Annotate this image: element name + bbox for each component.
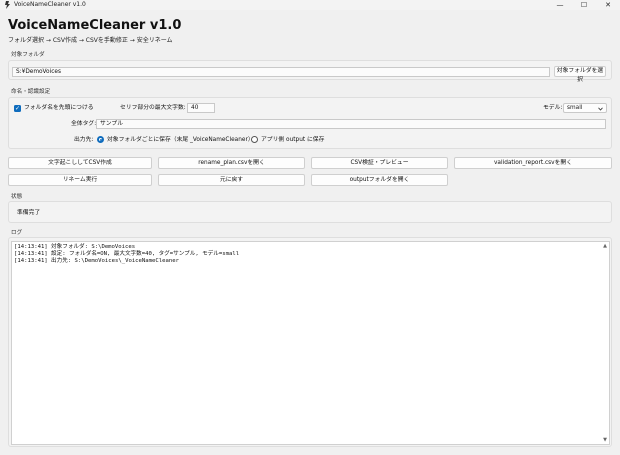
- scroll-up-icon[interactable]: ▲: [601, 243, 609, 249]
- window-title: VoiceNameCleaner v1.0: [14, 1, 86, 8]
- model-select[interactable]: small: [563, 103, 607, 113]
- scroll-down-icon[interactable]: ▼: [601, 437, 609, 443]
- max-chars-input[interactable]: 40: [187, 103, 215, 113]
- output-app-radio[interactable]: [251, 136, 258, 143]
- log-line: [14:13:41] 設定: フォルダ名=ON, 最大文字数=40, タグ=サン…: [14, 251, 240, 257]
- tag-input[interactable]: サンプル: [96, 119, 606, 129]
- output-app-option-label: アプリ側 output に保存: [261, 137, 325, 143]
- output-label: 出力先:: [74, 137, 94, 143]
- target-folder-section-label: 対象フォルダ: [11, 52, 45, 58]
- model-label: モデル:: [543, 105, 563, 111]
- output-folder-radio[interactable]: [97, 136, 104, 143]
- close-button[interactable]: ✕: [596, 0, 620, 10]
- log-scrollbar[interactable]: ▲ ▼: [601, 243, 609, 443]
- validate-csv-button[interactable]: CSV検証・プレビュー: [311, 157, 448, 169]
- log-line: [14:13:41] 出力先: S:\DemoVoices\_VoiceName…: [14, 258, 179, 264]
- prefix-folder-checkbox[interactable]: ✓: [14, 105, 21, 112]
- app-title: VoiceNameCleaner v1.0: [8, 18, 182, 33]
- open-validation-report-button[interactable]: validation_report.csvを開く: [454, 157, 612, 169]
- rename-execute-button[interactable]: リネーム実行: [8, 174, 152, 186]
- restore-button[interactable]: 元に戻す: [158, 174, 305, 186]
- log-textarea[interactable]: [14:13:41] 対象フォルダ: S:\DemoVoices [14:13:…: [11, 241, 610, 445]
- app-subtitle: フォルダ選択 → CSV作成 → CSVを手動修正 → 安全リネーム: [8, 37, 173, 44]
- maximize-button[interactable]: ☐: [572, 0, 596, 10]
- transcribe-csv-button[interactable]: 文字起こししてCSV作成: [8, 157, 152, 169]
- select-folder-button[interactable]: 対象フォルダを選択: [554, 66, 606, 83]
- open-rename-plan-button[interactable]: rename_plan.csvを開く: [158, 157, 305, 169]
- minimize-button[interactable]: —: [548, 0, 572, 10]
- status-frame: [8, 201, 612, 223]
- output-folder-option-label: 対象フォルダごとに保存（末尾 _VoiceNameCleaner）: [107, 137, 254, 143]
- prefix-folder-label: フォルダ名を先頭につける: [24, 105, 94, 111]
- status-section-label: 状態: [11, 194, 23, 200]
- status-text: 準備完了: [17, 210, 41, 216]
- settings-section-label: 命名・認識設定: [11, 89, 51, 95]
- model-select-value: small: [567, 105, 583, 111]
- chevron-down-icon: [598, 107, 603, 111]
- tag-label: 全体タグ:: [71, 121, 97, 127]
- open-output-folder-button[interactable]: outputフォルダを開く: [311, 174, 448, 186]
- target-folder-path-input[interactable]: S:¥DemoVoices: [12, 67, 550, 77]
- window-titlebar: [0, 0, 620, 10]
- app-icon: [5, 1, 10, 9]
- max-chars-label: セリフ部分の最大文字数:: [120, 105, 186, 111]
- log-line: [14:13:41] 対象フォルダ: S:\DemoVoices: [14, 244, 136, 250]
- log-section-label: ログ: [11, 230, 23, 236]
